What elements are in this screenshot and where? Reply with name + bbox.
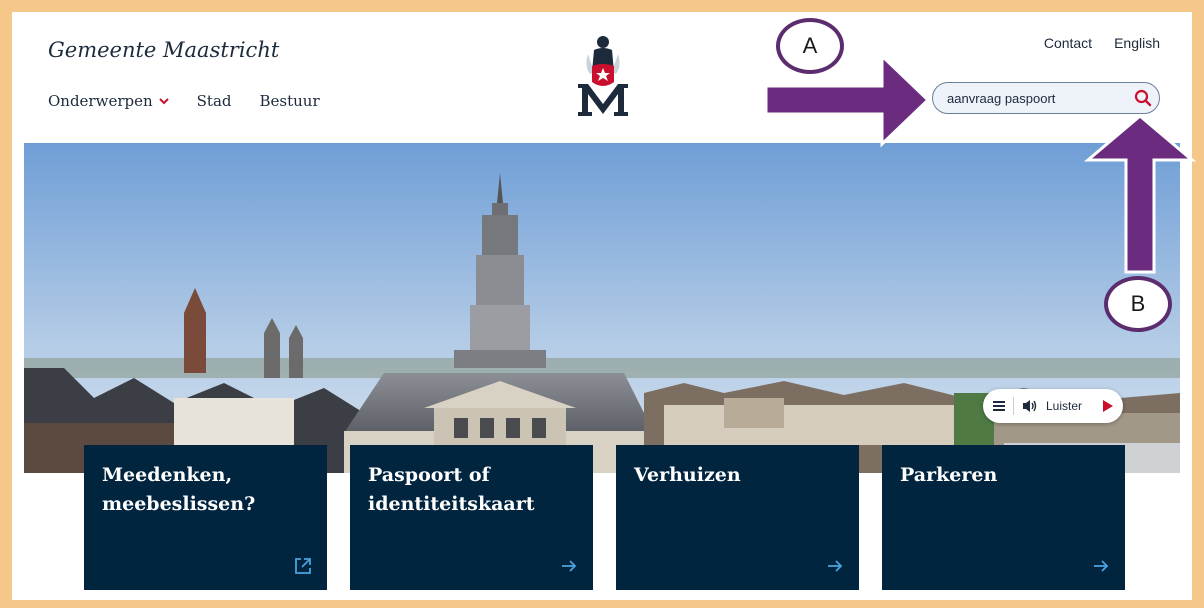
annotation-arrows — [764, 52, 1197, 274]
annotation-arrow-b — [1083, 114, 1197, 274]
annotation-label-b: B — [1104, 276, 1172, 332]
annotation-label-a: A — [776, 18, 844, 74]
